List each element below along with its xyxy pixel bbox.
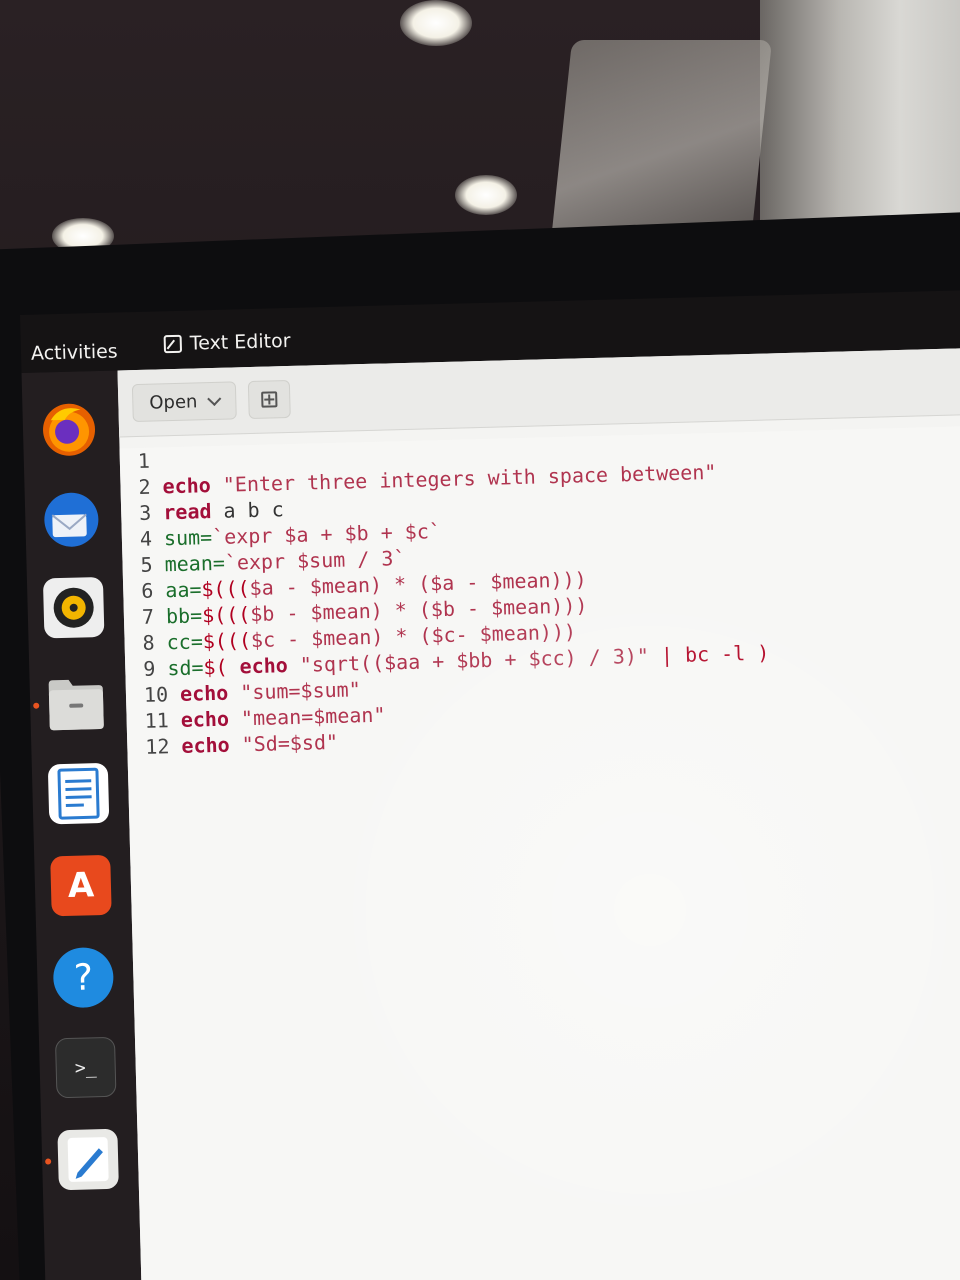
code-token: $(((: [202, 628, 252, 654]
line-gutter-space: [151, 500, 164, 524]
dock-item-software[interactable]: A: [50, 854, 112, 917]
text-editor-app-icon: [163, 334, 183, 354]
line-number: 8: [142, 630, 155, 655]
dock-item-terminal[interactable]: >_: [54, 1036, 117, 1099]
terminal-icon: >_: [74, 1056, 97, 1079]
line-gutter-space: [150, 448, 163, 472]
ceiling-light: [455, 175, 517, 215]
line-number: 4: [139, 526, 153, 551]
new-tab-icon: [261, 391, 278, 408]
new-tab-button[interactable]: [247, 379, 291, 420]
dock-item-writer[interactable]: [47, 762, 110, 825]
code-token: sd=: [167, 655, 204, 681]
chevron-down-icon: [207, 391, 222, 407]
open-button-label: Open: [149, 390, 198, 414]
line-number: 1: [137, 448, 151, 473]
code-line[interactable]: 11 echo "mean=$mean": [144, 702, 385, 734]
code-token: bb=: [165, 603, 203, 629]
line-number: 11: [144, 708, 170, 733]
line-number: 12: [145, 734, 170, 759]
code-token: read: [162, 499, 212, 525]
code-line[interactable]: 2 echo "Enter three integers with space …: [138, 459, 716, 500]
code-token: $(((: [201, 576, 250, 602]
ceiling-light: [400, 0, 472, 46]
app-menu[interactable]: Text Editor: [163, 329, 291, 355]
line-gutter-space: [155, 656, 168, 680]
writer-icon: [57, 767, 100, 820]
files-icon: [48, 679, 104, 731]
code-line[interactable]: 1: [138, 447, 163, 474]
line-gutter-space: [152, 526, 165, 550]
line-number: 2: [138, 474, 151, 499]
line-gutter-space: [150, 474, 163, 498]
code-token: `expr $sum / 3`: [224, 545, 406, 575]
code-token: `expr $a + $b + $c`: [211, 519, 442, 550]
activities-button[interactable]: Activities: [31, 340, 118, 364]
rhythmbox-icon: [53, 587, 94, 628]
app-menu-label: Text Editor: [189, 329, 291, 355]
open-button[interactable]: Open: [131, 381, 237, 423]
code-token: echo: [180, 706, 230, 732]
dock-item-text-editor[interactable]: [57, 1128, 119, 1191]
dock-item-help[interactable]: ?: [52, 946, 115, 1009]
code-token: sum=: [163, 525, 213, 551]
code-token: | bc -l ): [648, 640, 770, 668]
dock-item-thunderbird[interactable]: [41, 489, 103, 551]
line-gutter-space: [152, 552, 165, 576]
dock-item-files[interactable]: [45, 673, 107, 735]
photo-scene: Activities Text Editor A ? >_ Open 1 2 e…: [0, 0, 960, 1280]
code-token: "sum=$sum": [239, 677, 362, 705]
code-token: $(((: [201, 602, 251, 628]
dock-item-firefox[interactable]: [38, 399, 100, 461]
code-token: a b c: [211, 497, 285, 524]
code-token: echo: [179, 680, 229, 706]
help-icon: ?: [73, 956, 94, 999]
line-gutter-space: [169, 734, 182, 758]
code-token: echo: [239, 653, 289, 679]
code-token: $(: [203, 654, 240, 680]
code-token: aa=: [165, 577, 202, 603]
line-number: 7: [141, 604, 155, 629]
running-indicator: [33, 702, 40, 709]
code-line[interactable]: 3 read a b c: [139, 496, 284, 526]
text-editor-window: Open I 1 2 echo "Enter three integers wi…: [117, 346, 960, 1280]
code-token: mean=: [164, 550, 226, 577]
line-gutter-space: [168, 708, 181, 732]
code-editor[interactable]: I 1 2 echo "Enter three integers with sp…: [119, 424, 960, 1280]
code-token: cc=: [166, 629, 204, 655]
line-gutter-space: [154, 630, 167, 654]
line-number: 3: [138, 500, 152, 525]
firefox-icon: [43, 403, 96, 456]
code-token: echo: [162, 473, 212, 499]
code-token: "mean=$mean": [240, 702, 386, 731]
line-number: 5: [140, 552, 153, 577]
line-gutter-space: [154, 604, 167, 628]
code-token: "Enter three integers with space between…: [222, 459, 717, 497]
thunderbird-icon: [44, 492, 99, 547]
text-editor-icon: [67, 1137, 109, 1182]
software-icon: A: [67, 865, 95, 906]
line-gutter-space: [168, 682, 181, 706]
line-gutter-space: [153, 578, 166, 602]
code-token: "Sd=$sd": [241, 729, 339, 757]
code-line[interactable]: 12 echo "Sd=$sd": [145, 729, 338, 760]
line-number: 9: [142, 656, 156, 681]
desktop-screen: Activities Text Editor A ? >_ Open 1 2 e…: [20, 289, 960, 1280]
code-token: echo: [181, 732, 230, 758]
line-number: 6: [140, 578, 154, 603]
dock-item-rhythmbox[interactable]: [42, 576, 105, 639]
running-indicator: [45, 1158, 52, 1165]
line-number: 10: [143, 682, 169, 707]
